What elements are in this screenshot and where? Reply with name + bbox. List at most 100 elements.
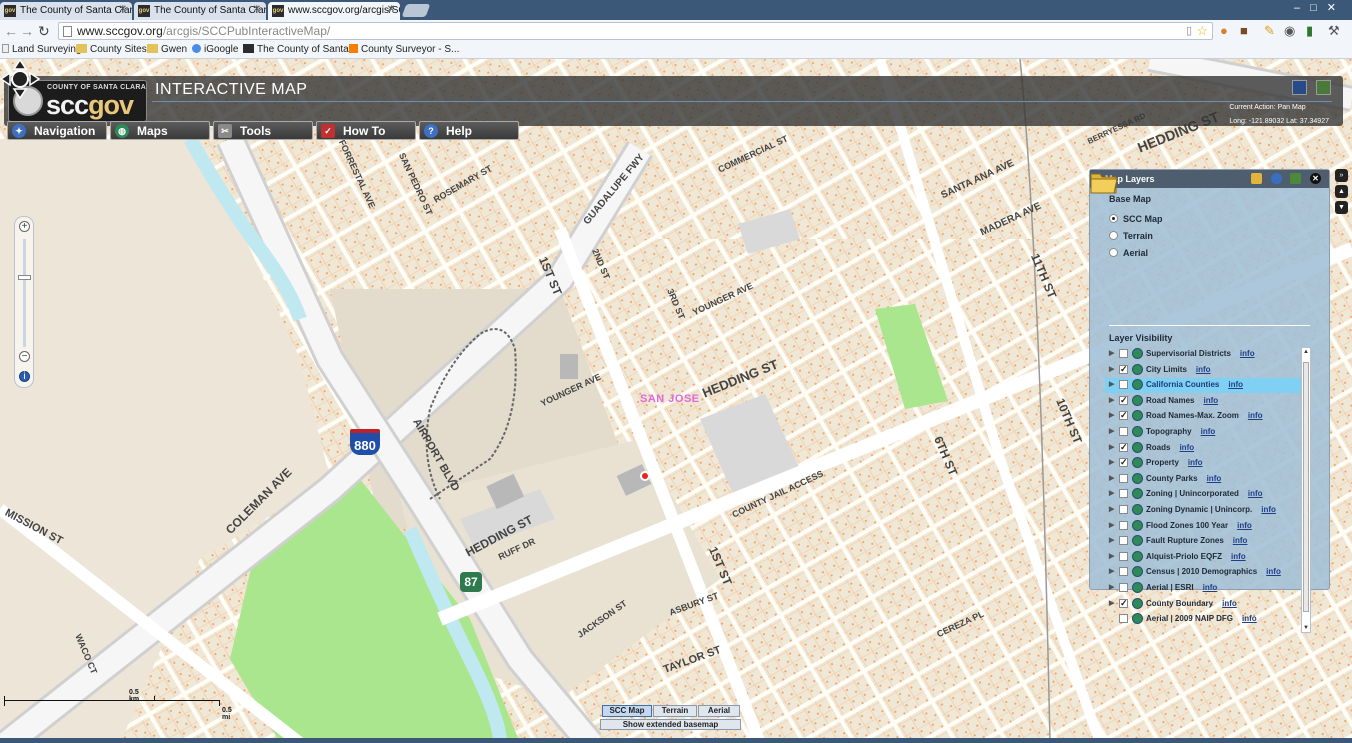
layer-checkbox[interactable]	[1119, 551, 1128, 561]
zoom-in-icon[interactable]: +	[19, 221, 30, 232]
expand-arrow-icon[interactable]: ▶	[1109, 396, 1114, 404]
layer-checkbox[interactable]	[1119, 614, 1128, 624]
layer-row-flood-zones[interactable]: ▶ Flood Zones 100 Year info	[1105, 519, 1302, 534]
folder-icon[interactable]	[1251, 173, 1263, 184]
close-tab-icon[interactable]: ✕	[119, 4, 127, 15]
layer-checkbox[interactable]	[1119, 567, 1128, 577]
extension-phone-icon[interactable]: ▮	[1306, 23, 1313, 39]
extension-wand-icon[interactable]: ✎	[1264, 23, 1275, 39]
layer-info-link[interactable]: info	[1237, 521, 1252, 530]
expand-arrow-icon[interactable]: ▶	[1109, 505, 1114, 513]
layer-row-zoning-unincorporated[interactable]: ▶ Zoning | Unincorporated info	[1105, 487, 1302, 502]
layer-row-california-counties[interactable]: ▶ California Counties info	[1105, 378, 1302, 394]
layer-row-county-boundary[interactable]: ▶ ✓ County Boundary info	[1105, 597, 1302, 612]
layer-info-link[interactable]: info	[1201, 427, 1216, 436]
zoom-out-icon[interactable]: −	[19, 351, 30, 362]
pan-control-icon[interactable]	[0, 59, 40, 99]
basemap-option-terrain[interactable]: Terrain	[1109, 231, 1153, 241]
expand-arrow-icon[interactable]: ▶	[1109, 567, 1114, 575]
close-tab-icon[interactable]: ✕	[253, 4, 261, 15]
layer-row-census[interactable]: ▶ Census | 2010 Demographics info	[1105, 565, 1302, 580]
layer-list-scrollbar[interactable]: ▲ ▼	[1301, 347, 1311, 633]
page-action-icon[interactable]: ▯	[1186, 24, 1192, 37]
layer-info-link[interactable]: info	[1203, 583, 1218, 592]
layer-row-supervisorial-districts[interactable]: ▶ Supervisorial Districts info	[1105, 347, 1302, 362]
bookmark-county-sites[interactable]: County Sites	[76, 44, 147, 55]
scroll-down-icon[interactable]: ▼	[1303, 625, 1309, 631]
layer-row-zoning-dynamic[interactable]: ▶ Zoning Dynamic | Unincorp. info	[1105, 503, 1302, 518]
scroll-up-icon[interactable]: ▲	[1303, 349, 1309, 355]
extension-cookie-icon[interactable]: ●	[1220, 23, 1228, 38]
layer-info-link[interactable]: info	[1231, 552, 1246, 561]
layer-info-link[interactable]: info	[1203, 396, 1218, 405]
scroll-down-icon[interactable]: ▼	[1335, 201, 1348, 214]
layer-row-aerial-esri[interactable]: ▶ Aerial | ESRI info	[1105, 581, 1302, 596]
layer-row-road-names[interactable]: ▶ ✓ Road Names info	[1105, 394, 1302, 409]
zoom-track[interactable]	[23, 239, 26, 347]
new-tab-button[interactable]	[401, 4, 431, 17]
address-bar[interactable]: www.sccgov.org/arcgis/SCCPubInteractiveM…	[58, 22, 1213, 40]
layer-checkbox[interactable]	[1119, 583, 1128, 592]
menu-tools[interactable]: ✂ Tools	[213, 121, 313, 140]
layer-row-fault-rupture-zones[interactable]: ▶ Fault Rupture Zones info	[1105, 534, 1302, 549]
bookmark-star-icon[interactable]: ☆	[1196, 23, 1208, 39]
browser-tab-3[interactable]: gov www.sccgov.org/arcgis/SC ✕	[268, 2, 400, 20]
layer-info-link[interactable]: info	[1240, 349, 1255, 358]
layer-checkbox[interactable]	[1119, 536, 1128, 546]
layer-row-aerial-naip[interactable]: Aerial | 2009 NAIP DFG info	[1105, 612, 1302, 627]
expand-arrow-icon[interactable]: ▶	[1109, 489, 1114, 497]
layer-info-link[interactable]: info	[1248, 489, 1263, 498]
layer-checkbox[interactable]: ✓	[1119, 395, 1128, 405]
layer-checkbox[interactable]	[1119, 473, 1128, 483]
layer-checkbox[interactable]: ✓	[1119, 458, 1128, 468]
layer-checkbox[interactable]: ✓	[1119, 598, 1128, 608]
bookmark-county-surveyor[interactable]: County Surveyor - S...	[349, 44, 459, 55]
expand-arrow-icon[interactable]: ▶	[1109, 583, 1114, 591]
layer-info-link[interactable]: info	[1228, 380, 1243, 389]
layer-checkbox[interactable]	[1119, 349, 1128, 358]
close-icon[interactable]: ✕	[1310, 173, 1321, 184]
expand-arrow-icon[interactable]: ▶	[1109, 536, 1114, 544]
basemap-terrain-button[interactable]: Terrain	[653, 705, 697, 717]
layer-checkbox[interactable]: ✓	[1119, 364, 1128, 374]
layer-info-link[interactable]: info	[1242, 614, 1257, 623]
reload-icon[interactable]: ↻	[38, 23, 50, 40]
layer-checkbox[interactable]: ✓	[1119, 442, 1128, 452]
settings-icon[interactable]	[1270, 173, 1282, 184]
print-icon[interactable]	[1292, 80, 1307, 95]
browser-tab-1[interactable]: gov The County of Santa Clara ✕	[0, 2, 132, 20]
layer-row-roads[interactable]: ▶ ✓ Roads info	[1105, 441, 1302, 456]
close-tab-icon[interactable]: ✕	[387, 4, 395, 15]
basemap-scc-button[interactable]: SCC Map	[602, 705, 652, 717]
bookmark-county-of-santa-clara[interactable]: The County of Santa...	[243, 44, 357, 55]
layer-checkbox[interactable]	[1119, 427, 1128, 436]
expand-arrow-icon[interactable]: ▶	[1109, 427, 1114, 435]
menu-navigation[interactable]: ✦ Navigation	[7, 121, 107, 140]
expand-arrow-icon[interactable]: ▶	[1109, 474, 1114, 482]
radio-icon[interactable]	[1109, 231, 1118, 240]
menu-maps[interactable]: ◍ Maps	[110, 121, 210, 140]
zoom-thumb[interactable]	[18, 275, 31, 280]
map-canvas[interactable]: HEDDING ST HEDDING ST HEDDING ST COMMERC…	[0, 59, 1352, 743]
layer-row-road-names-max-zoom[interactable]: ▶ ✓ Road Names-Max. Zoom info	[1105, 409, 1302, 424]
legend-icon[interactable]	[1290, 173, 1302, 184]
layer-info-link[interactable]: info	[1196, 365, 1211, 374]
browser-tab-2[interactable]: gov The County of Santa Clara ✕	[134, 2, 266, 20]
radio-icon[interactable]	[1109, 248, 1118, 257]
window-controls[interactable]: –□✕	[1294, 1, 1346, 14]
wrench-menu-icon[interactable]: ⚒	[1328, 23, 1340, 39]
layer-row-county-parks[interactable]: ▶ County Parks info	[1105, 472, 1302, 487]
menu-how-to[interactable]: ✓ How To	[316, 121, 416, 140]
bookmark-land-surveying[interactable]: Land Surveying	[2, 44, 82, 55]
layer-row-property[interactable]: ▶ ✓ Property info	[1105, 456, 1302, 471]
extension-badge-icon[interactable]: ■	[1240, 23, 1248, 38]
layer-row-topography[interactable]: ▶ Topography info	[1105, 425, 1302, 440]
info-icon[interactable]: i	[19, 371, 30, 382]
layer-info-link[interactable]: info	[1266, 567, 1281, 576]
scroll-up-icon[interactable]: ▲	[1335, 185, 1348, 198]
layer-checkbox[interactable]	[1119, 505, 1128, 514]
expand-panel-icon[interactable]: »	[1335, 169, 1348, 182]
layer-checkbox[interactable]	[1119, 380, 1128, 390]
expand-arrow-icon[interactable]: ▶	[1109, 599, 1114, 607]
layer-row-alquist-priolo[interactable]: ▶ Alquist-Priolo EQFZ info	[1105, 550, 1302, 565]
